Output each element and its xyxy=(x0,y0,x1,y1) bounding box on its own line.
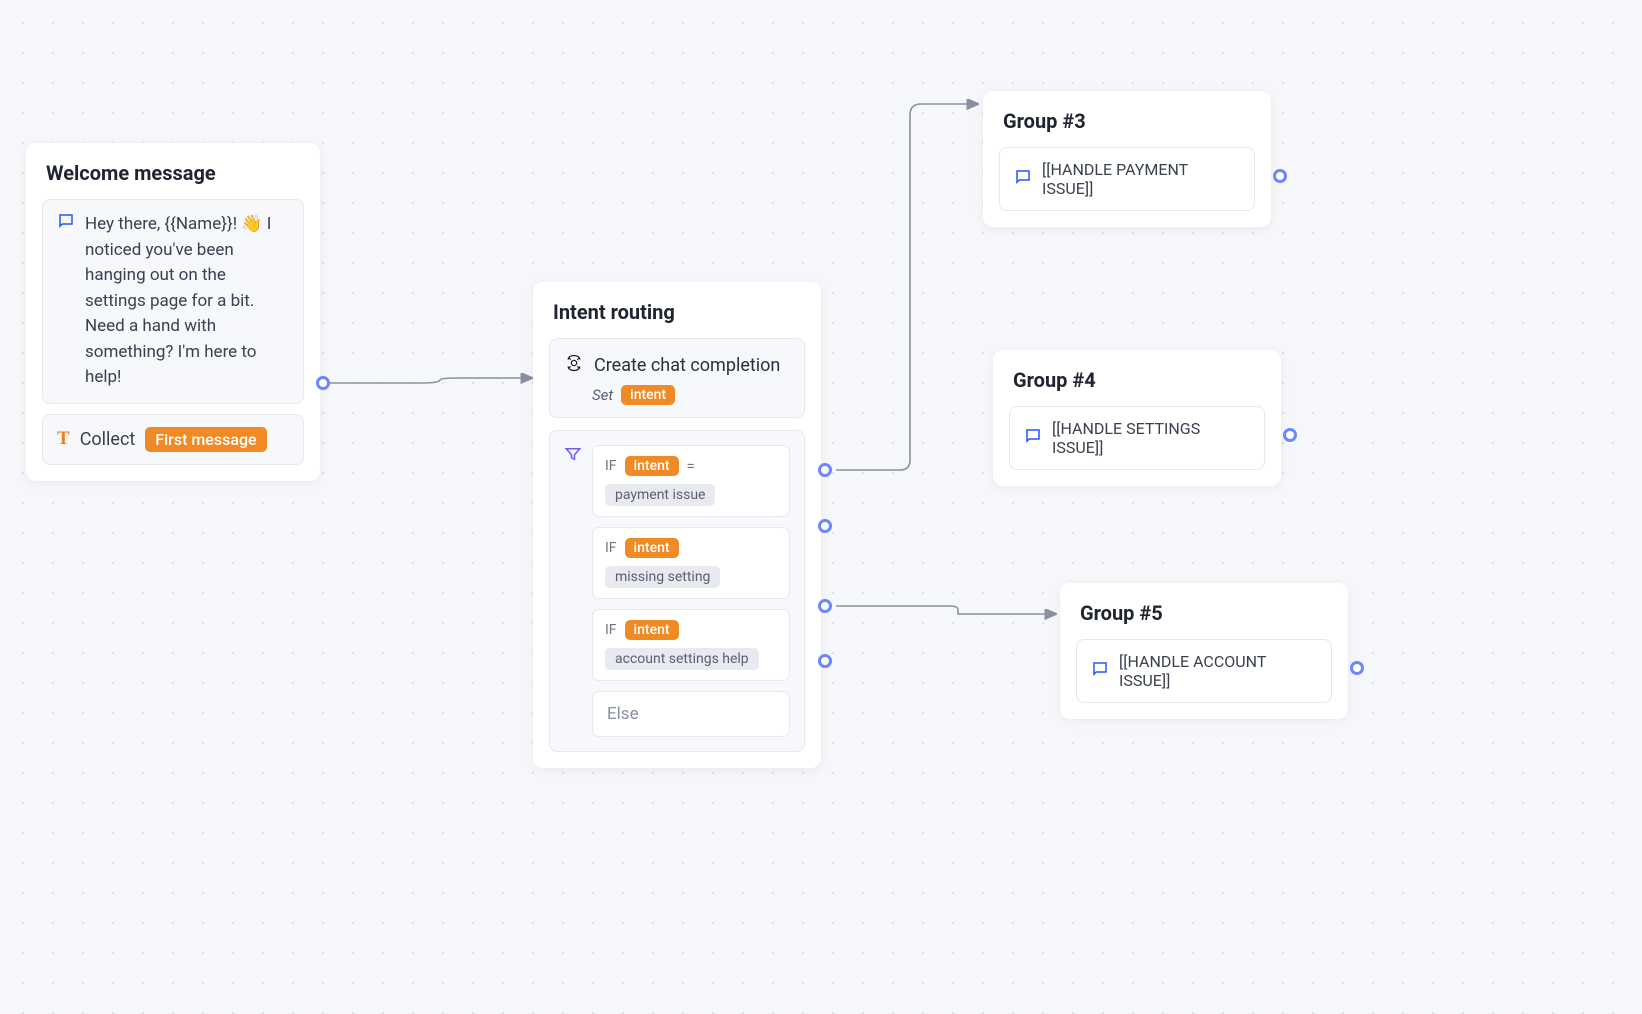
group3-card[interactable]: Group #3 [[HANDLE PAYMENT ISSUE]] xyxy=(983,91,1271,227)
set-label: Set xyxy=(592,386,613,404)
chat-icon xyxy=(1014,168,1032,190)
branch-var: intent xyxy=(625,620,679,640)
group5-action-text: [[HANDLE ACCOUNT ISSUE]] xyxy=(1119,652,1317,690)
first-message-chip: First message xyxy=(145,427,266,452)
intent-else-port[interactable] xyxy=(818,654,832,668)
branch-payment-issue[interactable]: IF intent = payment issue xyxy=(592,445,790,517)
group3-action-block[interactable]: [[HANDLE PAYMENT ISSUE]] xyxy=(999,147,1255,211)
eq-sign: = xyxy=(687,457,695,475)
branch-var: intent xyxy=(625,456,679,476)
filter-icon xyxy=(564,445,582,467)
branch-value: account settings help xyxy=(605,648,759,670)
group4-output-port[interactable] xyxy=(1283,428,1297,442)
text-input-icon: T xyxy=(57,428,70,450)
branch-value: payment issue xyxy=(605,484,715,506)
branches-block[interactable]: IF intent = payment issue IF intent miss… xyxy=(549,430,805,752)
branch-var: intent xyxy=(625,538,679,558)
intent-branch2-port[interactable] xyxy=(818,519,832,533)
branch-else[interactable]: Else xyxy=(592,691,790,737)
intent-routing-card[interactable]: Intent routing Create chat completion Se… xyxy=(533,282,821,768)
group5-action-block[interactable]: [[HANDLE ACCOUNT ISSUE]] xyxy=(1076,639,1332,703)
welcome-collect-block[interactable]: T Collect First message xyxy=(42,414,304,465)
if-keyword: IF xyxy=(605,540,617,556)
set-chip: intent xyxy=(621,385,675,405)
chat-icon xyxy=(1091,660,1109,682)
group5-title: Group #5 xyxy=(1076,601,1332,625)
intent-branch3-port[interactable] xyxy=(818,599,832,613)
chat-icon xyxy=(1024,427,1042,449)
welcome-message-text: Hey there, {{Name}}! 👋 I noticed you've … xyxy=(85,212,289,391)
collect-label: Collect xyxy=(80,429,136,450)
group4-card[interactable]: Group #4 [[HANDLE SETTINGS ISSUE]] xyxy=(993,350,1281,486)
branch-account-settings-help[interactable]: IF intent account settings help xyxy=(592,609,790,681)
completion-block[interactable]: Create chat completion Set intent xyxy=(549,338,805,418)
chat-icon xyxy=(57,212,75,234)
group5-card[interactable]: Group #5 [[HANDLE ACCOUNT ISSUE]] xyxy=(1060,583,1348,719)
intent-branch1-port[interactable] xyxy=(818,463,832,477)
group3-title: Group #3 xyxy=(999,109,1255,133)
branch-value: missing setting xyxy=(605,566,720,588)
welcome-output-port[interactable] xyxy=(316,376,330,390)
group3-output-port[interactable] xyxy=(1273,169,1287,183)
if-keyword: IF xyxy=(605,458,617,474)
welcome-message-block[interactable]: Hey there, {{Name}}! 👋 I noticed you've … xyxy=(42,199,304,404)
group4-title: Group #4 xyxy=(1009,368,1265,392)
group5-output-port[interactable] xyxy=(1350,661,1364,675)
intent-title: Intent routing xyxy=(549,300,805,324)
group4-action-block[interactable]: [[HANDLE SETTINGS ISSUE]] xyxy=(1009,406,1265,470)
welcome-title: Welcome message xyxy=(42,161,304,185)
group3-action-text: [[HANDLE PAYMENT ISSUE]] xyxy=(1042,160,1240,198)
completion-label: Create chat completion xyxy=(594,355,780,376)
branch-missing-setting[interactable]: IF intent missing setting xyxy=(592,527,790,599)
if-keyword: IF xyxy=(605,622,617,638)
group4-action-text: [[HANDLE SETTINGS ISSUE]] xyxy=(1052,419,1250,457)
welcome-card[interactable]: Welcome message Hey there, {{Name}}! 👋 I… xyxy=(26,143,320,481)
ai-icon xyxy=(564,353,584,377)
